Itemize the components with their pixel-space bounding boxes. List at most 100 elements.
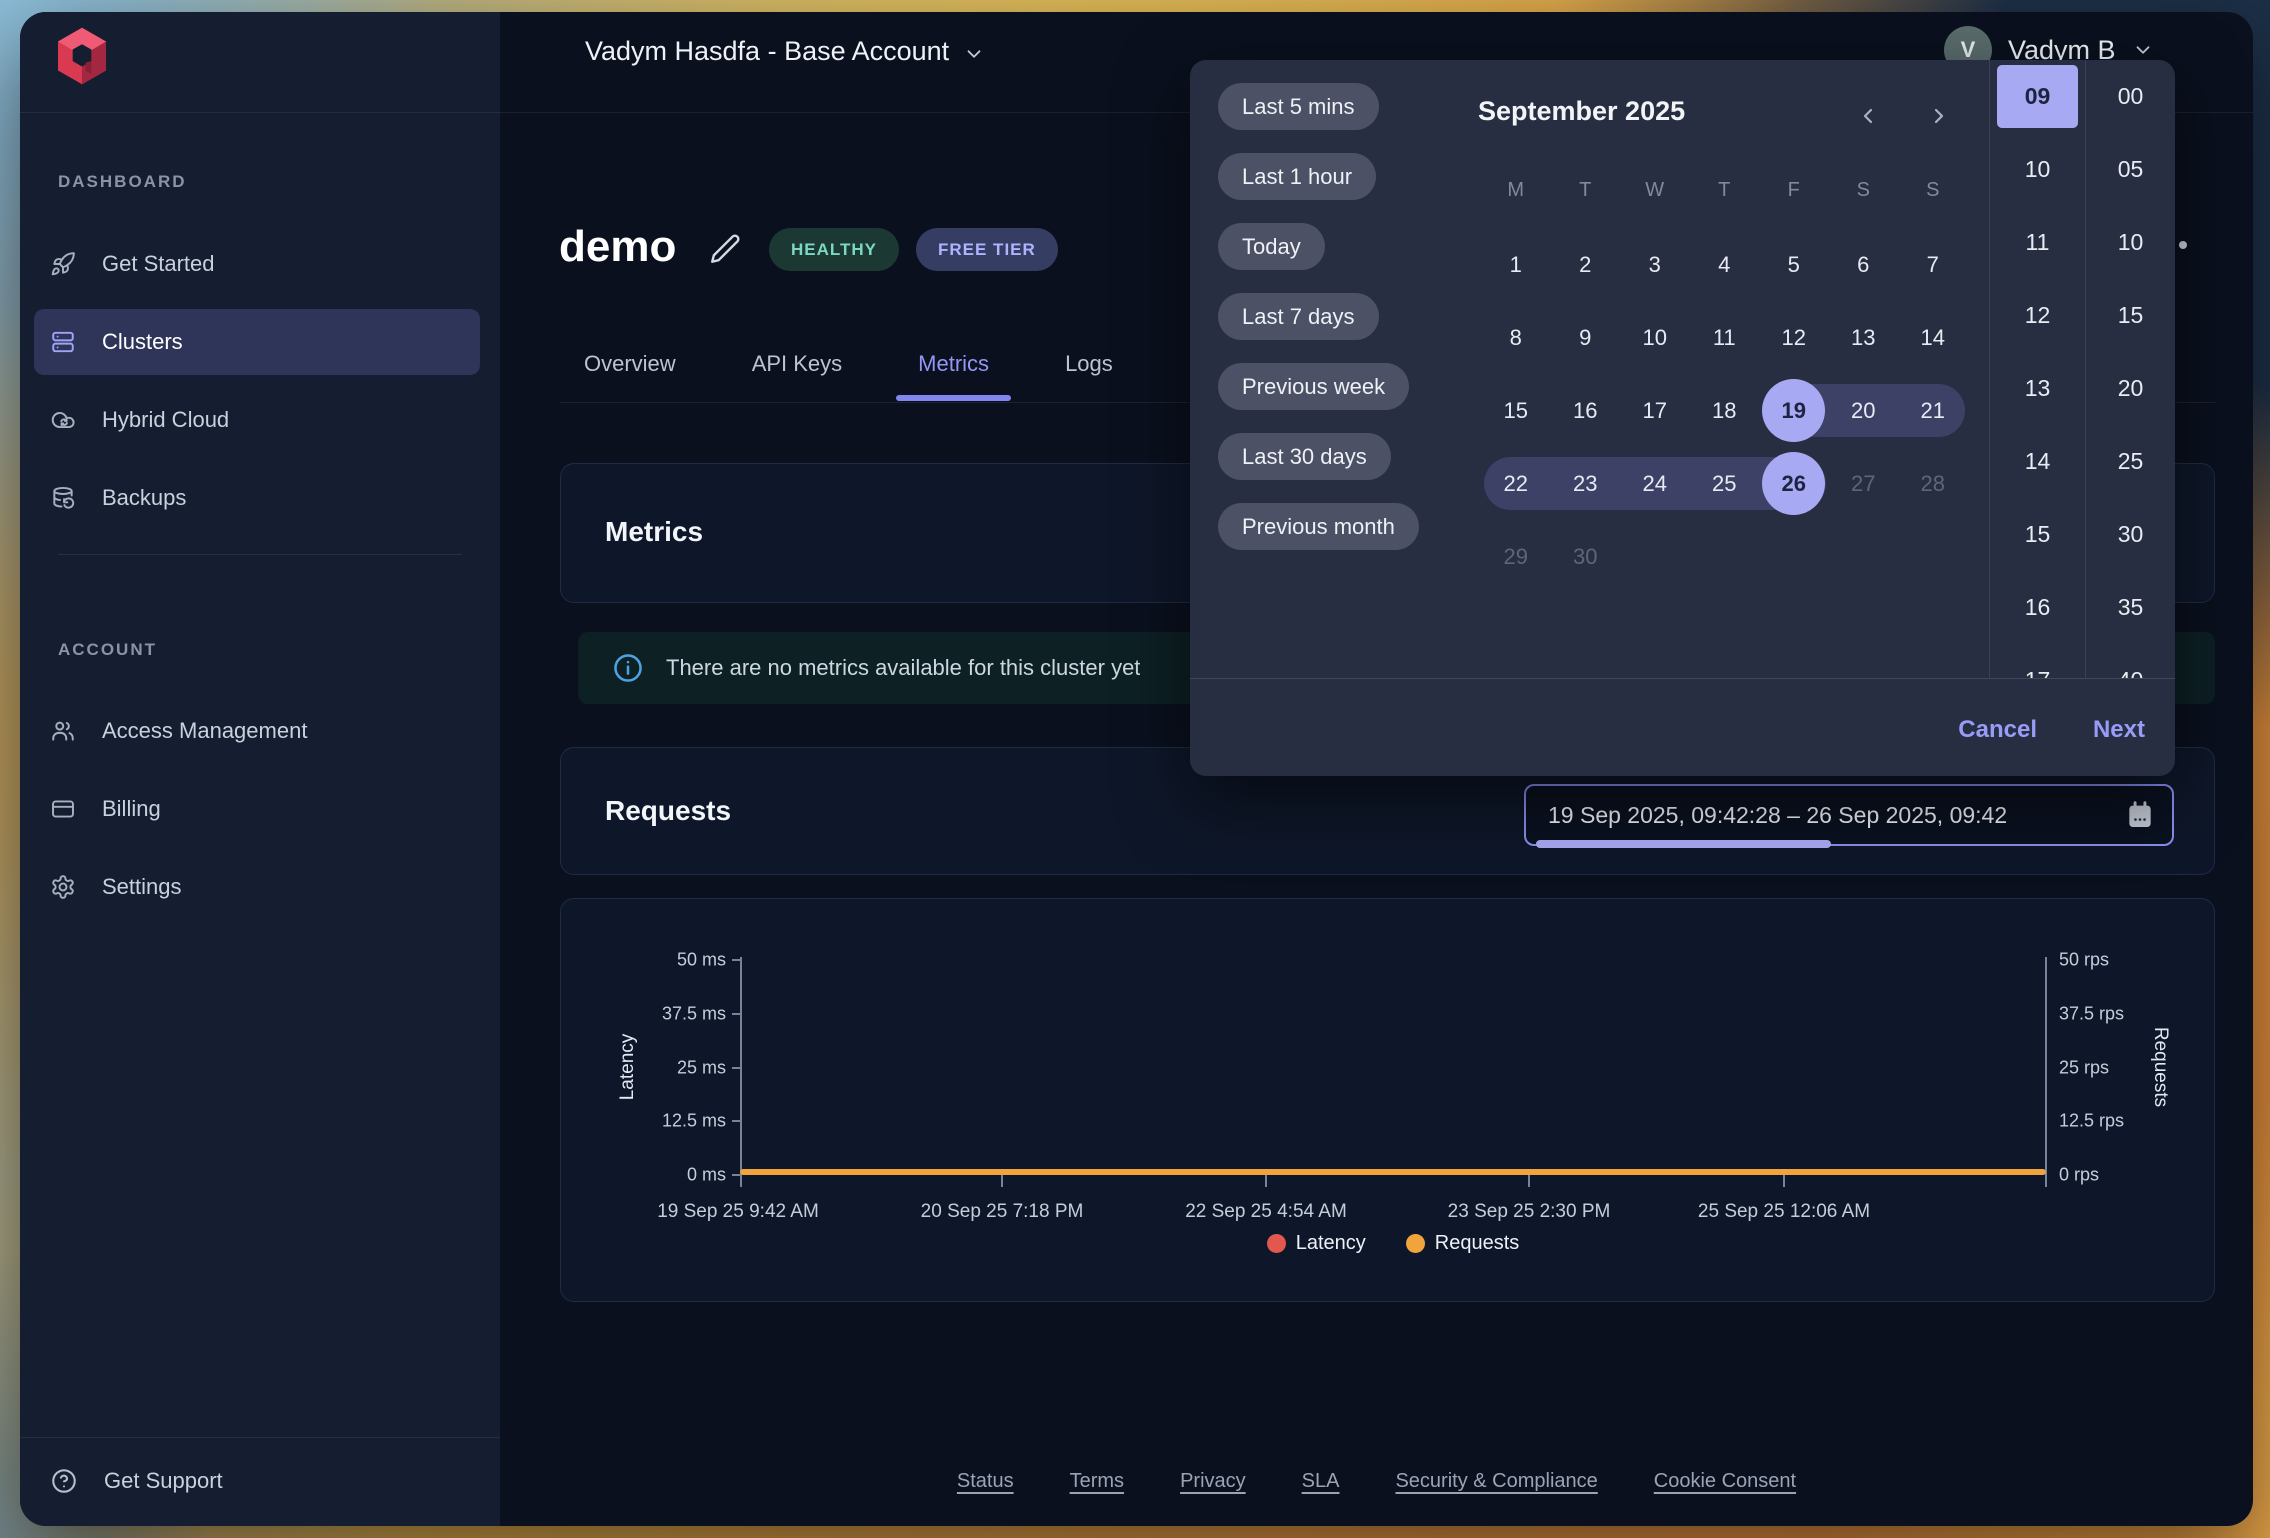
calendar-day-13[interactable]: 13	[1829, 301, 1899, 374]
hour-option-12[interactable]: 12	[1990, 279, 2085, 352]
calendar-day-20[interactable]: 20	[1829, 374, 1899, 447]
calendar-day-7[interactable]: 7	[1898, 228, 1968, 301]
quick-range-last-1-hour[interactable]: Last 1 hour	[1218, 153, 1376, 200]
sidebar-item-billing[interactable]: Billing	[34, 770, 480, 848]
sidebar-item-clusters[interactable]: Clusters	[34, 309, 480, 375]
footer-link-security-compliance[interactable]: Security & Compliance	[1395, 1470, 1597, 1493]
minute-option-25[interactable]: 25	[2086, 425, 2175, 498]
hour-option-15[interactable]: 15	[1990, 498, 2085, 571]
sidebar-item-backups[interactable]: Backups	[34, 459, 480, 537]
minute-option-30[interactable]: 30	[2086, 498, 2175, 571]
minute-option-20[interactable]: 20	[2086, 352, 2175, 425]
calendar-day-5[interactable]: 5	[1759, 228, 1829, 301]
footer-link-status[interactable]: Status	[957, 1470, 1014, 1493]
calendar-day-27[interactable]: 27	[1829, 447, 1899, 520]
sidebar-nav-dashboard: Get Started ClustersHybrid CloudBackups	[34, 225, 480, 537]
date-range-input[interactable]: 19 Sep 2025, 09:42:28 – 26 Sep 2025, 09:…	[1524, 784, 2174, 846]
quick-range-last-7-days[interactable]: Last 7 days	[1218, 293, 1379, 340]
quick-range-previous-month[interactable]: Previous month	[1218, 503, 1419, 550]
x-axis-tick: 25 Sep 25 12:06 AM	[1698, 1201, 1870, 1223]
calendar-day-8[interactable]: 8	[1481, 301, 1551, 374]
calendar-day-6[interactable]: 6	[1829, 228, 1899, 301]
get-support-button[interactable]: Get Support	[50, 1467, 223, 1495]
hour-option-13[interactable]: 13	[1990, 352, 2085, 425]
chevron-right-icon[interactable]	[1919, 98, 1959, 134]
sidebar-item-label: Get Started	[102, 251, 215, 277]
quick-range-last-5-mins[interactable]: Last 5 mins	[1218, 83, 1379, 130]
calendar-day-11[interactable]: 11	[1690, 301, 1760, 374]
chevron-left-icon[interactable]	[1848, 98, 1888, 134]
sidebar-item-settings[interactable]: Settings	[34, 848, 480, 926]
calendar-day-1[interactable]: 1	[1481, 228, 1551, 301]
minute-option-40[interactable]: 40	[2086, 644, 2175, 678]
hour-option-17[interactable]: 17	[1990, 644, 2085, 678]
date-range-value: 19 Sep 2025, 09:42:28 – 26 Sep 2025, 09:…	[1548, 802, 2124, 829]
account-switcher[interactable]: Vadym Hasdfa - Base Account	[585, 36, 985, 67]
tab-overview[interactable]: Overview	[584, 325, 676, 403]
quick-range-list: Last 5 mins Last 1 hour Today Last 7 days Pr…	[1218, 83, 1419, 550]
calendar-day-19[interactable]: 19	[1759, 374, 1829, 447]
calendar-day-3[interactable]: 3	[1620, 228, 1690, 301]
calendar-day-10[interactable]: 10	[1620, 301, 1690, 374]
calendar-day-22[interactable]: 22	[1481, 447, 1551, 520]
edit-pencil-icon[interactable]	[708, 232, 742, 266]
minute-option-10[interactable]: 10	[2086, 206, 2175, 279]
calendar-weekdays: MTWTFSS	[1481, 155, 1968, 225]
legend-item-latency[interactable]: Latency	[1267, 1232, 1366, 1255]
calendar-day-25[interactable]: 25	[1690, 447, 1760, 520]
sidebar-item-get-started[interactable]: Get Started	[34, 225, 480, 303]
tab-logs[interactable]: Logs	[1065, 325, 1113, 403]
hour-option-10[interactable]: 10	[1990, 133, 2085, 206]
calendar-empty-cell	[1759, 520, 1829, 593]
calendar-empty-cell	[1690, 520, 1760, 593]
minute-option-35[interactable]: 35	[2086, 571, 2175, 644]
weekday-label: S	[1829, 155, 1899, 225]
footer-link-sla[interactable]: SLA	[1302, 1470, 1340, 1493]
calendar-day-12[interactable]: 12	[1759, 301, 1829, 374]
calendar-day-15[interactable]: 15	[1481, 374, 1551, 447]
calendar-day-26[interactable]: 26	[1759, 447, 1829, 520]
legend-dot-icon	[1406, 1234, 1425, 1253]
hour-option-16[interactable]: 16	[1990, 571, 2085, 644]
cancel-button[interactable]: Cancel	[1958, 708, 2037, 752]
footer-link-privacy[interactable]: Privacy	[1180, 1470, 1246, 1493]
calendar-day-23[interactable]: 23	[1551, 447, 1621, 520]
y-right-tick: 12.5 rps	[2059, 1111, 2144, 1132]
calendar-day-28[interactable]: 28	[1898, 447, 1968, 520]
footer-link-terms[interactable]: Terms	[1070, 1470, 1124, 1493]
sidebar-divider	[58, 554, 462, 555]
footer-link-cookie-consent[interactable]: Cookie Consent	[1654, 1470, 1796, 1493]
more-actions-icon[interactable]	[2179, 241, 2187, 249]
calendar-day-18[interactable]: 18	[1690, 374, 1760, 447]
calendar-day-30[interactable]: 30	[1551, 520, 1621, 593]
calendar-day-29[interactable]: 29	[1481, 520, 1551, 593]
tab-metrics[interactable]: Metrics	[918, 325, 989, 403]
next-button[interactable]: Next	[2093, 708, 2145, 752]
minute-option-05[interactable]: 05	[2086, 133, 2175, 206]
quick-range-today[interactable]: Today	[1218, 223, 1325, 270]
sidebar-footer-divider	[20, 1437, 500, 1438]
calendar-day-17[interactable]: 17	[1620, 374, 1690, 447]
hour-option-09[interactable]: 09	[1990, 60, 2085, 133]
quick-range-last-30-days[interactable]: Last 30 days	[1218, 433, 1391, 480]
calendar-day-9[interactable]: 9	[1551, 301, 1621, 374]
qdrant-logo-icon[interactable]	[55, 26, 109, 91]
footer: Status Terms Privacy SLA Security & Complian…	[500, 1470, 2253, 1493]
calendar-day-2[interactable]: 2	[1551, 228, 1621, 301]
x-axis-tick: 20 Sep 25 7:18 PM	[921, 1201, 1084, 1223]
calendar-day-21[interactable]: 21	[1898, 374, 1968, 447]
minute-option-15[interactable]: 15	[2086, 279, 2175, 352]
quick-range-previous-week[interactable]: Previous week	[1218, 363, 1409, 410]
calendar-icon[interactable]	[2124, 799, 2156, 831]
calendar-day-4[interactable]: 4	[1690, 228, 1760, 301]
calendar-day-16[interactable]: 16	[1551, 374, 1621, 447]
minute-option-00[interactable]: 00	[2086, 60, 2175, 133]
calendar-day-24[interactable]: 24	[1620, 447, 1690, 520]
hour-option-11[interactable]: 11	[1990, 206, 2085, 279]
legend-item-requests[interactable]: Requests	[1406, 1232, 1520, 1255]
sidebar-item-access-management[interactable]: Access Management	[34, 692, 480, 770]
tab-api-keys[interactable]: API Keys	[752, 325, 842, 403]
sidebar-item-hybrid-cloud[interactable]: Hybrid Cloud	[34, 381, 480, 459]
hour-option-14[interactable]: 14	[1990, 425, 2085, 498]
calendar-day-14[interactable]: 14	[1898, 301, 1968, 374]
